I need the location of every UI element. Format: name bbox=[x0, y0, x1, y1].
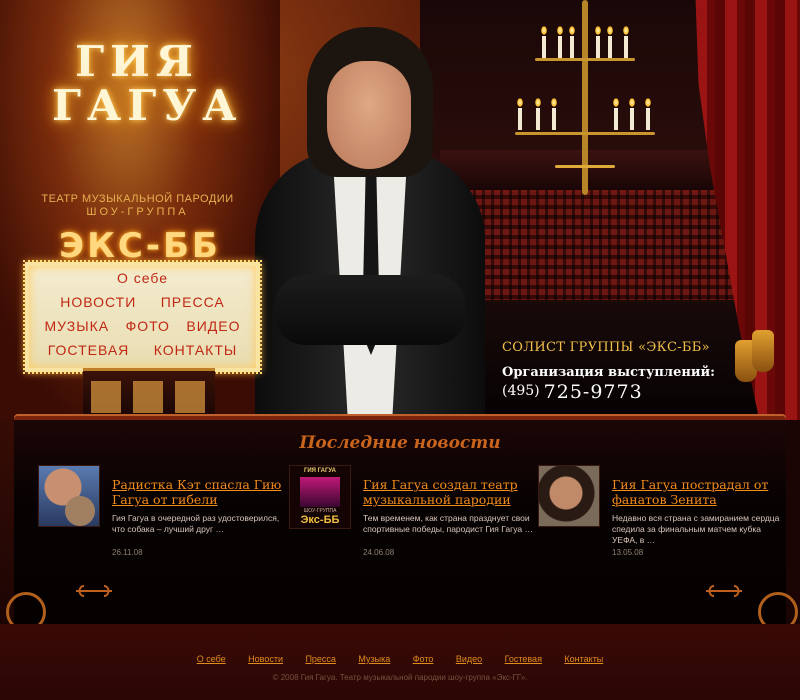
singer-photo bbox=[255, 25, 485, 420]
thumb-caption-bottom: Экс-ББ bbox=[300, 514, 340, 526]
menu-news[interactable]: НОВОСТИ bbox=[60, 294, 136, 310]
news-date: 26.11.08 bbox=[112, 548, 143, 557]
booking-phone: (495) 725-9773 bbox=[502, 381, 643, 403]
phone-code: (495) bbox=[502, 383, 540, 399]
menu-guestbook[interactable]: ГОСТЕВАЯ bbox=[48, 342, 130, 358]
news-date: 13.05.08 bbox=[612, 548, 644, 557]
news-headline[interactable]: Радистка Кэт спасла Гию Гагуа от гибели bbox=[112, 477, 282, 507]
footer-link-news[interactable]: Новости bbox=[248, 654, 283, 664]
news-excerpt: Гия Гагуа в очередной раз удостоверился,… bbox=[112, 513, 280, 534]
booking-label: Организация выступлений: bbox=[502, 365, 715, 380]
menu-photo[interactable]: ФОТО bbox=[126, 318, 170, 334]
menu-video[interactable]: ВИДЕО bbox=[186, 318, 240, 334]
hero-banner: ГИЯ ГАГУА ТЕАТР МУЗЫКАЛЬНОЙ ПАРОДИИ ШОУ-… bbox=[0, 0, 800, 420]
ticket-booth bbox=[83, 368, 215, 417]
news-panel: Последние новости Радистка Кэт спасла Ги… bbox=[14, 416, 786, 628]
footer-link-guestbook[interactable]: Гостевая bbox=[505, 654, 542, 664]
menu-music[interactable]: МУЗЫКА bbox=[45, 318, 110, 334]
footer-link-photo[interactable]: Фото bbox=[413, 654, 434, 664]
menu-contacts[interactable]: КОНТАКТЫ bbox=[154, 342, 238, 358]
logo-line1: ГИЯ bbox=[75, 37, 199, 86]
site-subtitle: ТЕАТР МУЗЫКАЛЬНОЙ ПАРОДИИ ШОУ-ГРУППА bbox=[30, 193, 245, 219]
footer-link-about[interactable]: О себе bbox=[197, 654, 226, 664]
phone-number: 725-9773 bbox=[543, 381, 643, 403]
news-date: 24.06.08 bbox=[363, 548, 395, 557]
footer-nav: О себе Новости Пресса Музыка Фото Видео … bbox=[0, 649, 800, 667]
group-name-sign: ЭКС-ББ bbox=[59, 226, 221, 266]
news-thumbnail[interactable]: ГИЯ ГАГУА ШОУ-ГРУППА Экс-ББ bbox=[289, 465, 351, 529]
footer: О себе Новости Пресса Музыка Фото Видео … bbox=[0, 624, 800, 700]
copyright: © 2008 Гия Гагуа. Театр музыкальной паро… bbox=[272, 673, 528, 682]
logo-line2: ГАГУА bbox=[52, 81, 243, 130]
soloist-label: СОЛИСТ ГРУППЫ «ЭКС-ББ» bbox=[502, 340, 710, 355]
footer-link-press[interactable]: Пресса bbox=[305, 654, 336, 664]
news-headline[interactable]: Гия Гагуа пострадал от фанатов Зенита bbox=[612, 477, 782, 507]
tassel-icon bbox=[752, 330, 774, 372]
news-item: Гия Гагуа пострадал от фанатов Зенита Не… bbox=[538, 465, 779, 565]
news-title: Последние новости bbox=[299, 433, 501, 453]
menu-about[interactable]: О себе bbox=[117, 270, 168, 286]
marquee-menu: О себе НОВОСТИ ПРЕССА МУЗЫКА ФОТО ВИДЕО … bbox=[23, 260, 262, 374]
ornament-left-icon bbox=[76, 585, 112, 597]
footer-link-music[interactable]: Музыка bbox=[358, 654, 390, 664]
news-headline[interactable]: Гия Гагуа создал театр музыкальной парод… bbox=[363, 477, 533, 507]
news-item: ГИЯ ГАГУА ШОУ-ГРУППА Экс-ББ Гия Гагуа со… bbox=[289, 465, 533, 565]
menu-press[interactable]: ПРЕССА bbox=[161, 294, 225, 310]
footer-link-contacts[interactable]: Контакты bbox=[564, 654, 603, 664]
news-thumbnail[interactable] bbox=[38, 465, 100, 527]
footer-link-video[interactable]: Видео bbox=[456, 654, 482, 664]
news-item: Радистка Кэт спасла Гию Гагуа от гибели … bbox=[38, 465, 281, 565]
ornament-right-icon bbox=[706, 585, 742, 597]
subtitle-line1: ТЕАТР МУЗЫКАЛЬНОЙ ПАРОДИИ bbox=[41, 193, 234, 205]
theater-seats bbox=[455, 190, 740, 315]
thumb-caption-top: ГИЯ ГАГУА bbox=[303, 468, 337, 474]
chandelier-icon bbox=[510, 0, 660, 200]
subtitle-line2: ШОУ-ГРУППА bbox=[86, 206, 189, 218]
news-excerpt: Тем временем, как страна празднует свои … bbox=[363, 513, 533, 534]
news-excerpt: Недавно вся страна с замиранием сердца с… bbox=[612, 513, 780, 545]
page: ГИЯ ГАГУА ТЕАТР МУЗЫКАЛЬНОЙ ПАРОДИИ ШОУ-… bbox=[0, 0, 800, 700]
artist-name-logo[interactable]: ГИЯ ГАГУА bbox=[52, 37, 243, 130]
news-thumbnail[interactable] bbox=[538, 465, 600, 527]
